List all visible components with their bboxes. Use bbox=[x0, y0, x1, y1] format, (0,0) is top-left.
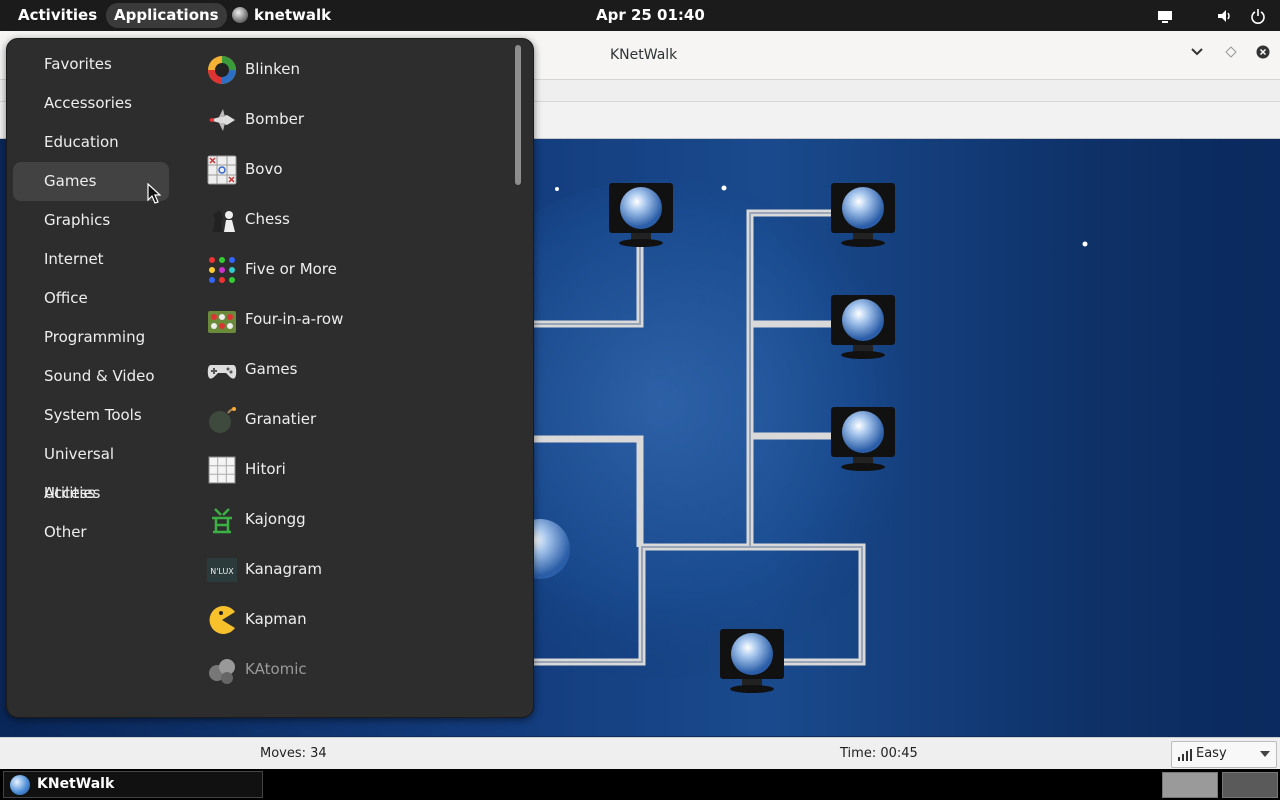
category-accessories[interactable]: Accessories bbox=[13, 84, 169, 123]
app-list: Blinken Bomber Bovo Chess Five or More F… bbox=[197, 45, 507, 695]
status-bar: Moves: 34 Time: 00:45 Easy bbox=[0, 737, 1280, 769]
pointer-icon bbox=[147, 182, 162, 204]
category-favorites[interactable]: Favorites bbox=[13, 45, 169, 84]
app-label: Blinken bbox=[245, 60, 301, 78]
app-label: Granatier bbox=[245, 410, 317, 428]
bomb-icon bbox=[209, 407, 236, 433]
app-chess[interactable]: Chess bbox=[197, 195, 507, 245]
taskbar-item-knetwalk[interactable]: KNetWalk bbox=[3, 771, 263, 798]
category-other[interactable]: Other bbox=[13, 513, 169, 552]
power-icon[interactable] bbox=[1250, 8, 1266, 24]
app-label: Bomber bbox=[245, 110, 304, 128]
minimize-button[interactable] bbox=[1187, 45, 1207, 65]
close-button[interactable] bbox=[1253, 45, 1273, 65]
gamepad-icon bbox=[207, 365, 237, 379]
kapman-icon bbox=[209, 606, 235, 634]
close-icon bbox=[1256, 45, 1270, 59]
time-counter: Time: 00:45 bbox=[840, 746, 918, 761]
svg-text:N'LUX: N'LUX bbox=[210, 567, 234, 576]
category-games[interactable]: Games bbox=[13, 162, 169, 201]
maximize-button[interactable] bbox=[1221, 45, 1241, 65]
katomic-icon bbox=[209, 659, 235, 684]
app-label: Chess bbox=[245, 210, 290, 228]
applications-menu: Favorites Accessories Education Games Gr… bbox=[6, 38, 534, 718]
category-system-tools[interactable]: System Tools bbox=[13, 396, 169, 435]
workspace-1[interactable] bbox=[1162, 772, 1218, 798]
workspace-2[interactable] bbox=[1222, 772, 1278, 798]
volume-icon[interactable] bbox=[1216, 8, 1232, 24]
four-in-a-row-icon bbox=[208, 311, 236, 333]
app-games[interactable]: Games bbox=[197, 345, 507, 395]
category-utilities[interactable]: Utilities bbox=[13, 474, 169, 513]
category-programming[interactable]: Programming bbox=[13, 318, 169, 357]
app-kanagram[interactable]: N'LUX Kanagram bbox=[197, 545, 507, 595]
display-icon[interactable] bbox=[1157, 8, 1173, 24]
app-five-or-more[interactable]: Five or More bbox=[197, 245, 507, 295]
category-graphics[interactable]: Graphics bbox=[13, 201, 169, 240]
category-internet[interactable]: Internet bbox=[13, 240, 169, 279]
category-sound-video[interactable]: Sound & Video bbox=[13, 357, 169, 396]
app-label: Games bbox=[245, 360, 298, 378]
app-label: Kanagram bbox=[245, 560, 322, 578]
app-four-in-a-row[interactable]: Four-in-a-row bbox=[197, 295, 507, 345]
app-bovo[interactable]: Bovo bbox=[197, 145, 507, 195]
blinken-icon bbox=[208, 56, 236, 84]
hitori-icon bbox=[208, 456, 236, 484]
kajongg-icon bbox=[212, 508, 232, 534]
taskbar-item-label: KNetWalk bbox=[37, 776, 115, 792]
app-name-label: knetwalk bbox=[254, 6, 332, 24]
app-menu-button[interactable]: knetwalk bbox=[232, 0, 331, 31]
app-label: Kapman bbox=[245, 610, 307, 628]
top-bar: Activities Applications knetwalk Apr 25 … bbox=[0, 0, 1280, 31]
app-kajongg[interactable]: Kajongg bbox=[197, 495, 507, 545]
category-universal-access[interactable]: Universal Access bbox=[13, 435, 169, 502]
knetwalk-icon bbox=[232, 7, 248, 23]
system-tray[interactable] bbox=[1143, 8, 1266, 24]
applications-menu-button[interactable]: Applications bbox=[106, 3, 227, 28]
five-or-more-icon bbox=[209, 257, 235, 283]
kanagram-icon: N'LUX bbox=[207, 558, 237, 582]
app-label: KAtomic bbox=[245, 660, 307, 678]
bomber-icon bbox=[209, 109, 235, 131]
signal-bars-icon bbox=[1178, 749, 1192, 761]
app-label: Kajongg bbox=[245, 510, 306, 528]
app-label: Hitori bbox=[245, 460, 286, 478]
app-hitori[interactable]: Hitori bbox=[197, 445, 507, 495]
clock[interactable]: Apr 25 01:40 bbox=[596, 0, 705, 31]
diamond-icon bbox=[1225, 46, 1237, 58]
app-label: Bovo bbox=[245, 160, 283, 178]
menu-scrollbar[interactable] bbox=[515, 45, 521, 185]
app-kapman[interactable]: Kapman bbox=[197, 595, 507, 645]
app-katomic[interactable]: KAtomic bbox=[197, 645, 507, 695]
moves-counter: Moves: 34 bbox=[260, 746, 327, 761]
category-education[interactable]: Education bbox=[13, 123, 169, 162]
window-title: KNetWalk bbox=[610, 47, 678, 63]
activities-button[interactable]: Activities bbox=[18, 0, 97, 31]
category-list: Favorites Accessories Education Games Gr… bbox=[13, 45, 169, 552]
bovo-icon bbox=[207, 155, 237, 185]
knetwalk-icon bbox=[10, 775, 30, 795]
app-label: Four-in-a-row bbox=[245, 310, 344, 328]
difficulty-select[interactable]: Easy bbox=[1171, 741, 1277, 768]
app-blinken[interactable]: Blinken bbox=[197, 45, 507, 95]
dropdown-arrow-icon bbox=[1260, 751, 1270, 757]
chevron-down-icon bbox=[1191, 48, 1203, 56]
category-office[interactable]: Office bbox=[13, 279, 169, 318]
app-label: Five or More bbox=[245, 260, 337, 278]
difficulty-value: Easy bbox=[1196, 746, 1227, 761]
app-granatier[interactable]: Granatier bbox=[197, 395, 507, 445]
taskbar: KNetWalk bbox=[0, 769, 1280, 800]
chess-icon bbox=[213, 210, 235, 232]
app-bomber[interactable]: Bomber bbox=[197, 95, 507, 145]
